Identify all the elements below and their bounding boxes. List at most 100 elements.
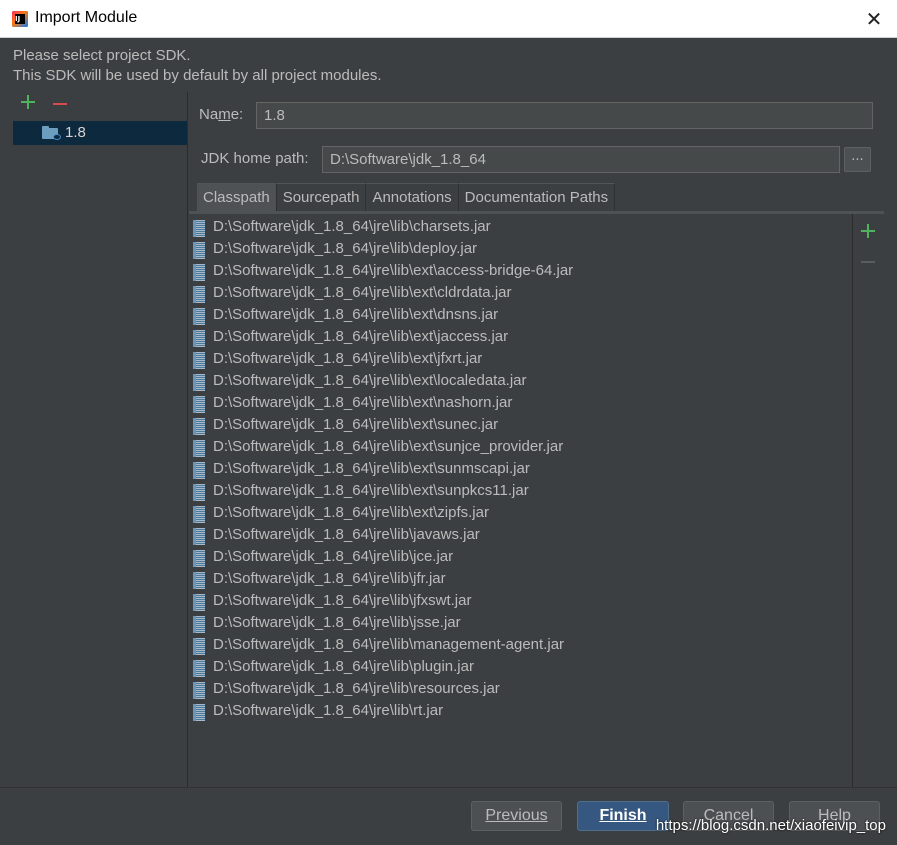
browse-button[interactable]: ...	[844, 147, 871, 172]
sdk-name-field[interactable]	[256, 102, 873, 129]
classpath-row[interactable]: D:\Software\jdk_1.8_64\jre\lib\ext\cldrd…	[189, 283, 852, 305]
classpath-row[interactable]: D:\Software\jdk_1.8_64\jre\lib\managemen…	[189, 635, 852, 657]
jar-icon	[193, 616, 205, 633]
sdk-tabs: Classpath Sourcepath Annotations Documen…	[197, 183, 616, 211]
classpath-row[interactable]: D:\Software\jdk_1.8_64\jre\lib\plugin.ja…	[189, 657, 852, 679]
classpath-entry: D:\Software\jdk_1.8_64\jre\lib\charsets.…	[213, 218, 491, 235]
classpath-entry: D:\Software\jdk_1.8_64\jre\lib\ext\jfxrt…	[213, 350, 483, 367]
title-bar: Import Module ✕	[0, 0, 897, 38]
classpath-entry: D:\Software\jdk_1.8_64\jre\lib\ext\dnsns…	[213, 306, 499, 323]
remove-sdk-icon[interactable]	[52, 94, 68, 110]
classpath-row[interactable]: D:\Software\jdk_1.8_64\jre\lib\deploy.ja…	[189, 239, 852, 261]
jar-icon	[193, 682, 205, 699]
footer-divider	[0, 787, 897, 788]
jar-icon	[193, 506, 205, 523]
classpath-entry: D:\Software\jdk_1.8_64\jre\lib\ext\nasho…	[213, 394, 513, 411]
classpath-row[interactable]: D:\Software\jdk_1.8_64\jre\lib\ext\sunjc…	[189, 437, 852, 459]
classpath-entry: D:\Software\jdk_1.8_64\jre\lib\rt.jar	[213, 702, 444, 719]
classpath-row[interactable]: D:\Software\jdk_1.8_64\jre\lib\jfxswt.ja…	[189, 591, 852, 613]
classpath-entry: D:\Software\jdk_1.8_64\jre\lib\jfr.jar	[213, 570, 446, 587]
jdk-badge-icon	[53, 134, 61, 140]
jar-icon	[193, 440, 205, 457]
jar-icon	[193, 484, 205, 501]
classpath-row[interactable]: D:\Software\jdk_1.8_64\jre\lib\jsse.jar	[189, 613, 852, 635]
jar-icon	[193, 418, 205, 435]
classpath-row[interactable]: D:\Software\jdk_1.8_64\jre\lib\ext\jfxrt…	[189, 349, 852, 371]
jar-icon	[193, 352, 205, 369]
classpath-row[interactable]: D:\Software\jdk_1.8_64\jre\lib\resources…	[189, 679, 852, 701]
classpath-entry: D:\Software\jdk_1.8_64\jre\lib\managemen…	[213, 636, 565, 653]
sdk-description-text: This SDK will be used by default by all …	[13, 67, 382, 84]
tab-annotations[interactable]: Annotations	[366, 183, 459, 211]
classpath-entry: D:\Software\jdk_1.8_64\jre\lib\jsse.jar	[213, 614, 461, 631]
previous-button-label: Previous	[485, 807, 548, 824]
jar-icon	[193, 220, 205, 237]
watermark-text: https://blog.csdn.net/xiaofeivip_top	[655, 817, 886, 834]
classpath-row[interactable]: D:\Software\jdk_1.8_64\jre\lib\rt.jar	[189, 701, 852, 723]
jar-icon	[193, 660, 205, 677]
classpath-entry: D:\Software\jdk_1.8_64\jre\lib\jce.jar	[213, 548, 454, 565]
list-toolbar-divider	[852, 214, 853, 787]
classpath-row[interactable]: D:\Software\jdk_1.8_64\jre\lib\ext\zipfs…	[189, 503, 852, 525]
jar-icon	[193, 286, 205, 303]
jdk-home-path-label: JDK home path:	[201, 150, 309, 167]
jar-icon	[193, 242, 205, 259]
classpath-row[interactable]: D:\Software\jdk_1.8_64\jre\lib\ext\nasho…	[189, 393, 852, 415]
jar-icon	[193, 550, 205, 567]
classpath-entry: D:\Software\jdk_1.8_64\jre\lib\ext\jacce…	[213, 328, 509, 345]
panel-divider	[187, 92, 188, 787]
jar-icon	[193, 594, 205, 611]
jar-icon	[193, 308, 205, 325]
remove-path-icon[interactable]	[860, 254, 876, 270]
classpath-entry: D:\Software\jdk_1.8_64\jre\lib\ext\cldrd…	[213, 284, 512, 301]
classpath-entry: D:\Software\jdk_1.8_64\jre\lib\resources…	[213, 680, 500, 697]
classpath-entry: D:\Software\jdk_1.8_64\jre\lib\ext\acces…	[213, 262, 574, 279]
classpath-entry: D:\Software\jdk_1.8_64\jre\lib\ext\zipfs…	[213, 504, 489, 521]
tab-documentation-paths[interactable]: Documentation Paths	[458, 183, 616, 211]
classpath-entry: D:\Software\jdk_1.8_64\jre\lib\ext\sunpk…	[213, 482, 529, 499]
classpath-row[interactable]: D:\Software\jdk_1.8_64\jre\lib\ext\sunec…	[189, 415, 852, 437]
classpath-entry: D:\Software\jdk_1.8_64\jre\lib\javaws.ja…	[213, 526, 480, 543]
classpath-entry: D:\Software\jdk_1.8_64\jre\lib\ext\sunec…	[213, 416, 499, 433]
name-label: Name:	[199, 106, 244, 123]
sdk-list-item[interactable]: 1.8	[13, 121, 187, 145]
jar-icon	[193, 396, 205, 413]
intellij-app-icon	[12, 11, 28, 27]
classpath-entry: D:\Software\jdk_1.8_64\jre\lib\plugin.ja…	[213, 658, 474, 675]
classpath-row[interactable]: D:\Software\jdk_1.8_64\jre\lib\ext\sunms…	[189, 459, 852, 481]
add-path-icon[interactable]	[860, 223, 876, 239]
finish-button-label: Finish	[599, 807, 647, 824]
jar-icon	[193, 638, 205, 655]
classpath-row[interactable]: D:\Software\jdk_1.8_64\jre\lib\ext\dnsns…	[189, 305, 852, 327]
classpath-row[interactable]: D:\Software\jdk_1.8_64\jre\lib\ext\sunpk…	[189, 481, 852, 503]
tab-sourcepath[interactable]: Sourcepath	[276, 183, 367, 211]
classpath-row[interactable]: D:\Software\jdk_1.8_64\jre\lib\jce.jar	[189, 547, 852, 569]
classpath-row[interactable]: D:\Software\jdk_1.8_64\jre\lib\jfr.jar	[189, 569, 852, 591]
jar-icon	[193, 704, 205, 721]
classpath-entry: D:\Software\jdk_1.8_64\jre\lib\ext\sunms…	[213, 460, 530, 477]
sdk-prompt-text: Please select project SDK.	[13, 47, 191, 64]
jar-icon	[193, 462, 205, 479]
jar-icon	[193, 572, 205, 589]
classpath-entry: D:\Software\jdk_1.8_64\jre\lib\ext\local…	[213, 372, 527, 389]
window-title: Import Module	[35, 9, 138, 26]
classpath-entry: D:\Software\jdk_1.8_64\jre\lib\jfxswt.ja…	[213, 592, 472, 609]
tab-classpath[interactable]: Classpath	[197, 183, 277, 211]
jar-icon	[193, 528, 205, 545]
classpath-list[interactable]: D:\Software\jdk_1.8_64\jre\lib\charsets.…	[189, 214, 852, 787]
jar-icon	[193, 330, 205, 347]
classpath-row[interactable]: D:\Software\jdk_1.8_64\jre\lib\charsets.…	[189, 217, 852, 239]
classpath-entry: D:\Software\jdk_1.8_64\jre\lib\deploy.ja…	[213, 240, 478, 257]
sdk-item-label: 1.8	[65, 124, 86, 141]
previous-button[interactable]: Previous	[471, 801, 562, 831]
jar-icon	[193, 374, 205, 391]
jdk-home-path-field[interactable]	[322, 146, 840, 173]
classpath-entry: D:\Software\jdk_1.8_64\jre\lib\ext\sunjc…	[213, 438, 564, 455]
close-icon[interactable]: ✕	[863, 8, 885, 30]
classpath-row[interactable]: D:\Software\jdk_1.8_64\jre\lib\ext\acces…	[189, 261, 852, 283]
classpath-row[interactable]: D:\Software\jdk_1.8_64\jre\lib\ext\local…	[189, 371, 852, 393]
jar-icon	[193, 264, 205, 281]
add-sdk-icon[interactable]	[20, 94, 36, 110]
classpath-row[interactable]: D:\Software\jdk_1.8_64\jre\lib\javaws.ja…	[189, 525, 852, 547]
classpath-row[interactable]: D:\Software\jdk_1.8_64\jre\lib\ext\jacce…	[189, 327, 852, 349]
